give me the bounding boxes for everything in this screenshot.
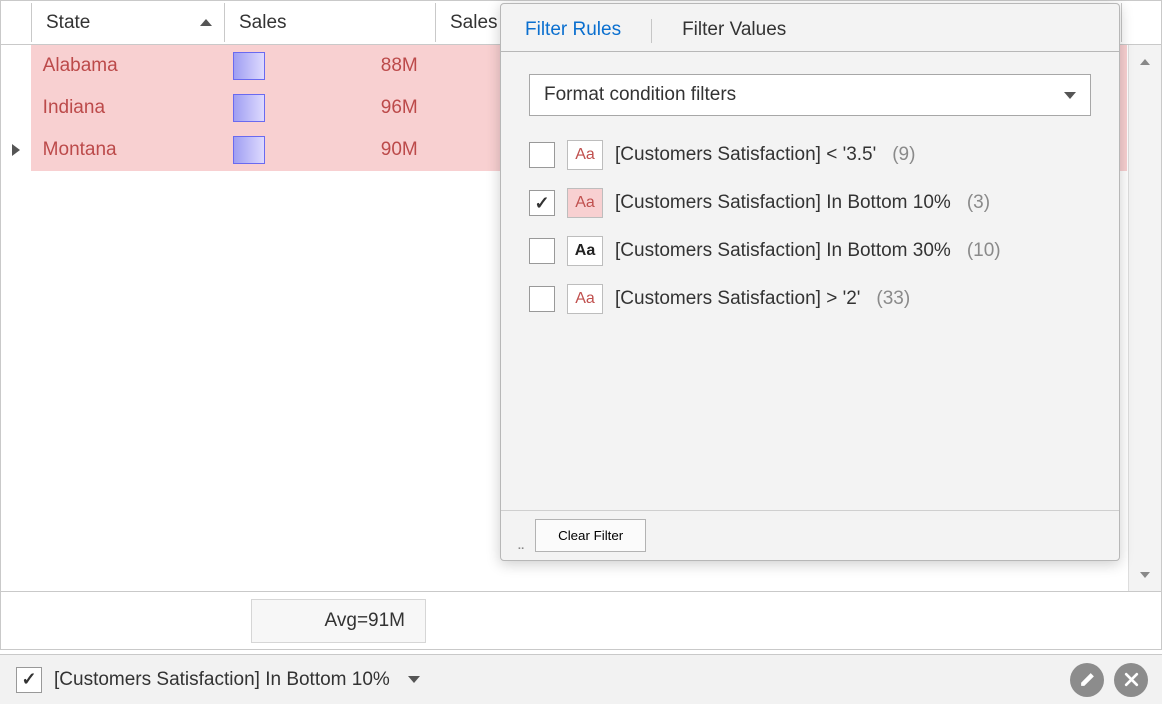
filter-rule-item[interactable]: Aa [Customers Satisfaction] In Bottom 10… <box>529 188 1091 218</box>
state-cell: Alabama <box>31 45 221 87</box>
column-header-sales[interactable]: Sales <box>227 3 436 42</box>
filter-rule-checkbox[interactable] <box>529 238 555 264</box>
summary-row: Avg=91M <box>1 591 1161 649</box>
format-preview-badge: Aa <box>567 140 603 170</box>
sales-value: 96M <box>273 97 418 119</box>
filter-rule-item[interactable]: Aa [Customers Satisfaction] < '3.5' (9) <box>529 140 1091 170</box>
filter-popup-footer: ⣀ Clear Filter <box>501 510 1119 552</box>
filter-popup-tabs: Filter Rules Filter Values <box>501 4 1119 52</box>
tab-filter-rules[interactable]: Filter Rules <box>523 13 623 51</box>
sales-cell: 96M <box>221 87 430 129</box>
expand-column-header[interactable] <box>2 3 32 42</box>
row-expand-cell[interactable] <box>1 87 31 129</box>
filter-rule-text: [Customers Satisfaction] < '3.5' <box>615 144 876 166</box>
row-expand-cell[interactable] <box>1 129 31 171</box>
sales-cell: 90M <box>221 129 430 171</box>
active-filter-bar: [Customers Satisfaction] In Bottom 10% <box>0 654 1162 704</box>
filter-popup: Filter Rules Filter Values Format condit… <box>500 3 1120 561</box>
column-header-state[interactable]: State <box>34 3 225 42</box>
edit-filter-button[interactable] <box>1070 663 1104 697</box>
filter-rule-list: Aa [Customers Satisfaction] < '3.5' (9) … <box>529 140 1091 314</box>
filter-rule-checkbox[interactable] <box>529 190 555 216</box>
dropdown-label: Format condition filters <box>544 84 736 106</box>
sales-value: 90M <box>273 139 418 161</box>
state-cell: Indiana <box>31 87 221 129</box>
filter-rule-checkbox[interactable] <box>529 286 555 312</box>
scroll-down-icon[interactable] <box>1129 558 1161 591</box>
filter-rule-item[interactable]: Aa [Customers Satisfaction] > '2' (33) <box>529 284 1091 314</box>
format-condition-dropdown[interactable]: Format condition filters <box>529 74 1091 116</box>
chevron-down-icon <box>1064 92 1076 99</box>
sales-bar-swatch <box>233 136 265 164</box>
sales-cell: 88M <box>221 45 430 87</box>
sales-bar-swatch <box>233 52 265 80</box>
summary-sales: Avg=91M <box>223 592 434 649</box>
close-filter-button[interactable] <box>1114 663 1148 697</box>
close-icon <box>1123 671 1140 688</box>
filter-rule-text: [Customers Satisfaction] In Bottom 30% <box>615 240 951 262</box>
column-header-spacer <box>1124 3 1160 42</box>
format-preview-badge: Aa <box>567 236 603 266</box>
filter-rule-text: [Customers Satisfaction] In Bottom 10% <box>615 192 951 214</box>
filter-rule-count: (33) <box>876 288 910 310</box>
column-header-label: Sales <box>239 12 423 34</box>
tab-filter-values[interactable]: Filter Values <box>680 13 788 51</box>
row-expand-cell[interactable] <box>1 45 31 87</box>
column-header-label: State <box>46 12 194 34</box>
vertical-scrollbar[interactable] <box>1128 45 1161 591</box>
state-cell: Montana <box>31 129 221 171</box>
filter-rule-count: (10) <box>967 240 1001 262</box>
format-preview-badge: Aa <box>567 188 603 218</box>
filter-rule-count: (9) <box>892 144 915 166</box>
active-filter-checkbox[interactable] <box>16 667 42 693</box>
chevron-down-icon[interactable] <box>408 676 420 683</box>
filter-rule-count: (3) <box>967 192 990 214</box>
scroll-up-icon[interactable] <box>1129 45 1161 78</box>
clear-filter-button[interactable]: Clear Filter <box>535 519 646 552</box>
filter-rule-text: [Customers Satisfaction] > '2' <box>615 288 860 310</box>
tab-separator <box>651 19 652 43</box>
filter-rule-checkbox[interactable] <box>529 142 555 168</box>
sort-ascending-icon <box>200 19 212 26</box>
pencil-icon <box>1079 671 1096 688</box>
sales-bar-swatch <box>233 94 265 122</box>
summary-sales-value: Avg=91M <box>251 599 426 643</box>
row-expand-icon <box>12 144 20 156</box>
active-filter-text: [Customers Satisfaction] In Bottom 10% <box>54 669 390 691</box>
filter-rule-item[interactable]: Aa [Customers Satisfaction] In Bottom 30… <box>529 236 1091 266</box>
format-preview-badge: Aa <box>567 284 603 314</box>
resize-handle-icon[interactable]: ⣀ <box>517 537 525 550</box>
sales-value: 88M <box>273 55 418 77</box>
